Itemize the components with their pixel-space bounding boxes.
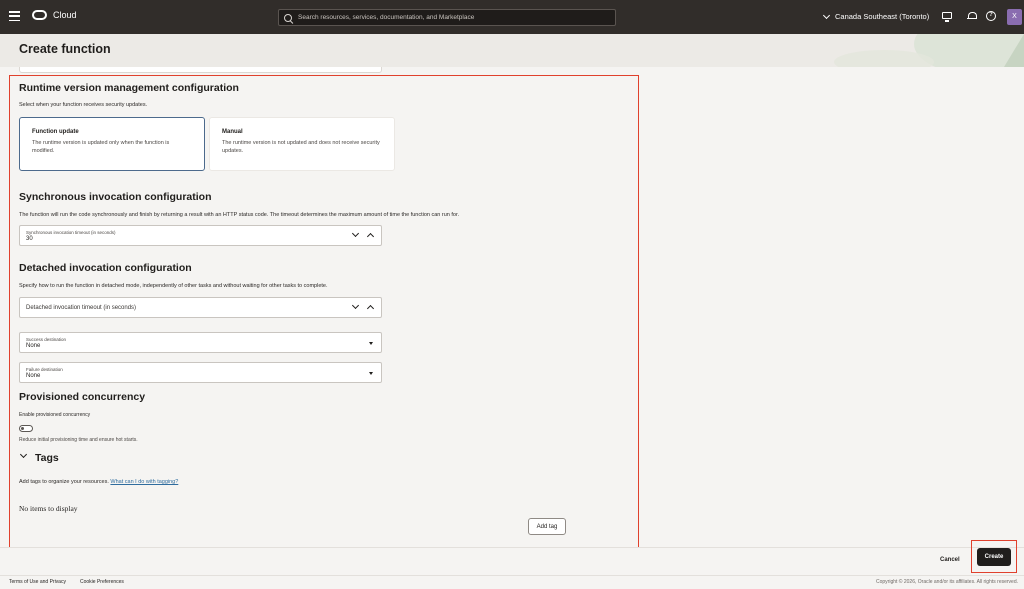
detached-timeout-placeholder: Detached invocation timeout (in seconds) — [26, 305, 137, 311]
success-destination-value: None — [26, 343, 41, 349]
search-input[interactable] — [298, 14, 608, 21]
create-button[interactable]: Create — [977, 548, 1011, 566]
caret-down-icon — [369, 342, 373, 345]
increment-chevron-icon[interactable] — [366, 232, 375, 241]
detached-section-title: Detached invocation configuration — [19, 262, 192, 274]
runtime-section-title: Runtime version management configuration — [19, 82, 239, 94]
sync-section-title: Synchronous invocation configuration — [19, 191, 212, 203]
tags-empty-state: No items to display — [19, 504, 78, 513]
collapse-chevron-icon[interactable] — [19, 450, 28, 459]
tags-section-title: Tags — [35, 452, 59, 464]
terms-link[interactable]: Terms of Use and Privacy — [9, 579, 66, 585]
success-destination-label: Success destination — [26, 337, 67, 342]
success-destination-select[interactable]: Success destination None — [19, 332, 382, 353]
failure-destination-label: Failure destination — [26, 367, 63, 372]
tags-desc-line: Add tags to organize your resources. Wha… — [19, 479, 178, 485]
option-title: Function update — [32, 129, 79, 135]
concurrency-toggle-label: Enable provisioned concurrency — [19, 412, 91, 418]
runtime-section-desc: Select when your function receives secur… — [19, 102, 148, 108]
concurrency-section-title: Provisioned concurrency — [19, 391, 146, 403]
oracle-logo-icon — [32, 10, 47, 20]
page-footer — [0, 575, 1024, 589]
add-tag-button[interactable]: Add tag — [528, 518, 566, 535]
failure-destination-select[interactable]: Failure destination None — [19, 362, 382, 383]
runtime-option-function-update[interactable]: Function update The runtime version is u… — [19, 117, 205, 171]
main-form: Runtime version management configuration… — [0, 67, 1024, 553]
top-navigation-bar: Cloud Canada Southeast (Toronto) ? X — [0, 0, 1024, 34]
sync-timeout-value[interactable]: 30 — [26, 236, 381, 242]
tags-desc: Add tags to organize your resources. — [19, 479, 109, 485]
notifications-bell-icon[interactable] — [967, 11, 977, 21]
sync-timeout-stepper — [351, 229, 375, 241]
hamburger-menu-icon[interactable] — [9, 11, 20, 21]
oracle-cloud-logo[interactable]: Cloud — [32, 10, 77, 20]
detached-section-desc: Specify how to run the function in detac… — [19, 283, 328, 289]
cloud-shell-icon[interactable] — [942, 12, 952, 22]
copyright-text: Copyright © 2026, Oracle and/or its affi… — [876, 579, 1018, 585]
form-action-bar — [0, 547, 1024, 573]
option-desc: The runtime version is updated only when… — [32, 140, 170, 154]
region-label: Canada Southeast (Toronto) — [835, 12, 930, 21]
brand-label: Cloud — [53, 10, 77, 20]
cancel-button[interactable]: Cancel — [940, 557, 960, 563]
header-decoration — [834, 34, 1024, 67]
decrement-chevron-icon[interactable] — [351, 229, 360, 238]
chevron-down-icon — [822, 11, 831, 19]
search-box[interactable] — [278, 9, 616, 26]
region-selector[interactable]: Canada Southeast (Toronto) — [822, 11, 930, 21]
sync-section-desc: The function will run the code synchrono… — [19, 212, 460, 218]
option-title: Manual — [222, 129, 243, 135]
sync-timeout-label: Synchronous invocation timeout (in secon… — [26, 230, 116, 235]
runtime-option-manual[interactable]: Manual The runtime version is not update… — [209, 117, 395, 171]
help-icon[interactable]: ? — [986, 11, 996, 21]
detached-timeout-field[interactable]: Detached invocation timeout (in seconds) — [19, 297, 382, 318]
concurrency-helper-text: Reduce initial provisioning time and ens… — [19, 437, 138, 443]
tagging-help-link[interactable]: What can I do with tagging? — [110, 479, 178, 485]
search-icon — [284, 13, 292, 22]
failure-destination-value: None — [26, 373, 41, 379]
profile-avatar[interactable]: X — [1007, 9, 1022, 25]
detached-timeout-stepper — [351, 301, 375, 313]
cookie-preferences-link[interactable]: Cookie Preferences — [80, 579, 124, 585]
decrement-chevron-icon[interactable] — [351, 301, 360, 310]
page-header: Create function — [0, 34, 1024, 67]
page-title: Create function — [19, 42, 111, 56]
option-desc: The runtime version is not updated and d… — [222, 140, 380, 154]
sync-timeout-field[interactable]: Synchronous invocation timeout (in secon… — [19, 225, 382, 246]
increment-chevron-icon[interactable] — [366, 304, 375, 313]
provisioned-concurrency-toggle[interactable] — [19, 425, 33, 432]
caret-down-icon — [369, 372, 373, 375]
previous-section-card — [19, 67, 382, 73]
